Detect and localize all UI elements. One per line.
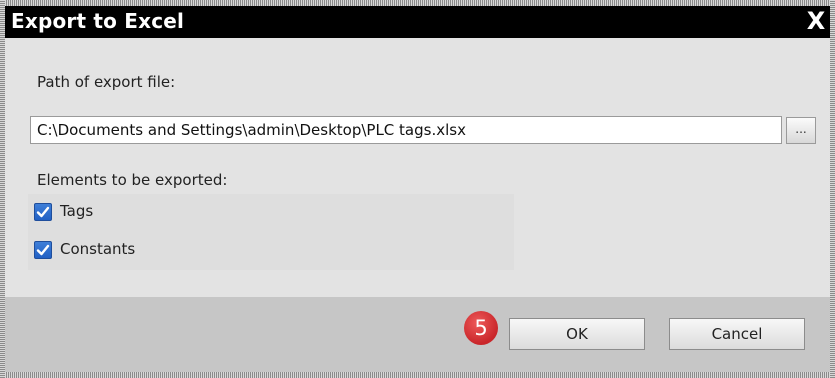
ok-button[interactable]: OK: [509, 318, 645, 350]
constants-label: Constants: [60, 240, 136, 258]
step-number-badge: 5: [464, 311, 498, 345]
dialog-border-bottom: [0, 372, 835, 378]
dialog-title: Export to Excel: [11, 9, 185, 33]
export-to-excel-dialog: Export to Excel X Path of export file: C…: [0, 0, 835, 378]
browse-button[interactable]: ...: [786, 117, 816, 144]
export-path-input[interactable]: C:\Documents and Settings\admin\Desktop\…: [30, 116, 782, 144]
close-icon[interactable]: X: [802, 6, 830, 36]
tags-checkbox[interactable]: [34, 203, 52, 221]
dialog-border-right: [830, 0, 835, 378]
elements-panel: [28, 194, 514, 270]
elements-label: Elements to be exported:: [37, 171, 228, 189]
cancel-button[interactable]: Cancel: [669, 318, 805, 350]
dialog-titlebar[interactable]: Export to Excel X: [5, 6, 830, 38]
checkmark-icon: [36, 206, 50, 218]
tags-label: Tags: [60, 202, 94, 220]
constants-checkbox[interactable]: [34, 241, 52, 259]
checkmark-icon: [36, 244, 50, 256]
path-label: Path of export file:: [37, 73, 176, 91]
